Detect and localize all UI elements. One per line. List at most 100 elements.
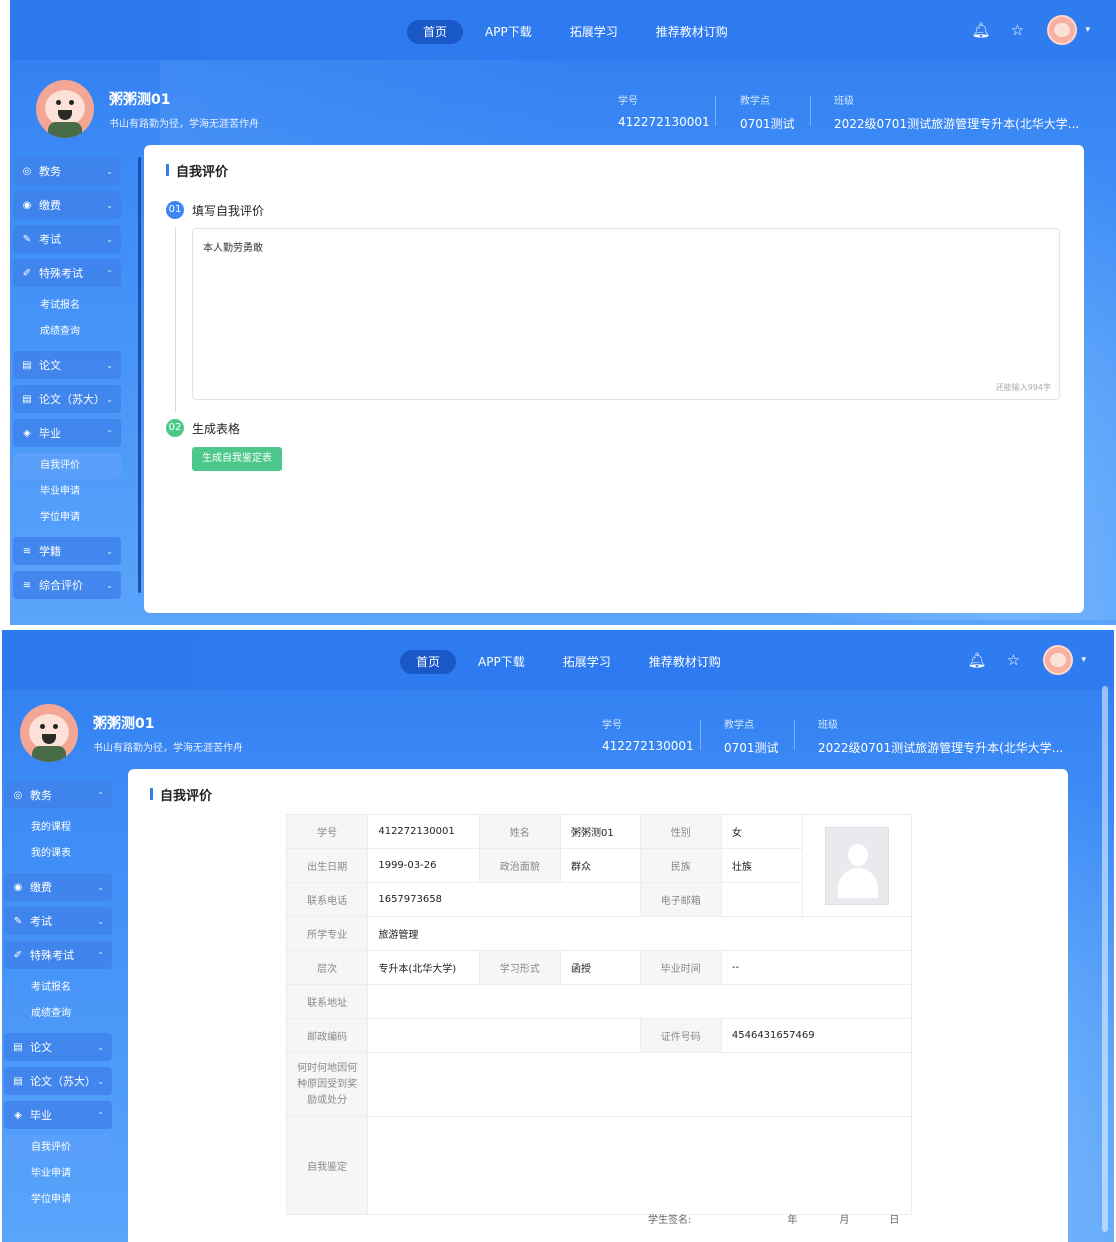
nav-textbook-order[interactable]: 推荐教材订购	[640, 20, 744, 44]
layers-icon: ≋	[22, 545, 32, 557]
sidebar-sub-exam-register[interactable]: 考试报名	[4, 975, 112, 1001]
nav-app-download[interactable]: APP下载	[469, 20, 548, 44]
layers-icon: ≋	[22, 579, 32, 591]
sidebar-item-special-exam[interactable]: ✐ 特殊考试 ⌃	[13, 259, 121, 287]
chevron-down-icon[interactable]: ▾	[1081, 655, 1086, 665]
photo-cell	[802, 814, 912, 917]
sidebar-sub-score-query[interactable]: 成绩查询	[4, 1001, 112, 1027]
info-class: 班级 2022级0701测试旅游管理专升本(北华大学...	[818, 720, 1064, 755]
nav-app-download[interactable]: APP下载	[462, 650, 541, 674]
step-2-label: 生成表格	[192, 421, 241, 436]
coin-icon: ◉	[13, 881, 23, 893]
step-connector	[175, 227, 176, 412]
doc-icon: ▤	[13, 1075, 23, 1087]
nav-home[interactable]: 首页	[407, 20, 464, 44]
top-actions: 🔔︎ ☆ ▾	[971, 15, 1090, 45]
sidebar-sub-degree-apply[interactable]: 学位申请	[4, 1187, 112, 1213]
doc-icon: ▤	[22, 359, 32, 371]
badge-star-icon[interactable]: ☆	[1009, 22, 1025, 38]
step-1-number: 01	[166, 201, 184, 219]
sidebar-item-exam[interactable]: ✎ 考试 ⌄	[13, 225, 121, 253]
sidebar-item-thesis-suda[interactable]: ▤ 论文（苏大） ⌄	[4, 1067, 112, 1095]
screenshot-self-evaluation-input: 首页 APP下载 拓展学习 推荐教材订购 🔔︎ ☆ ▾ 粥粥测01 书山有路勤为…	[10, 0, 1116, 625]
top-bar: 首页 APP下载 拓展学习 推荐教材订购 🔔︎ ☆ ▾	[2, 630, 1114, 690]
sidebar-sub-my-courses[interactable]: 我的课程	[4, 815, 112, 841]
doc-icon: ▤	[22, 393, 32, 405]
step-1: 01 填写自我评价	[166, 201, 264, 219]
user-name: 粥粥测01	[109, 91, 171, 108]
sidebar: ◎ 教务 ⌄ ◉ 缴费 ⌄ ✎ 考试 ⌄ ✐ 特殊考试 ⌃ 考试报名 成绩查询 ▤ 论文 ⌄ ▤ 论文…	[13, 157, 121, 605]
edit-icon: ✐	[13, 949, 23, 961]
avatar	[20, 704, 78, 762]
sidebar-item-thesis[interactable]: ▤ 论文 ⌄	[13, 351, 121, 379]
self-evaluation-textarea[interactable]: 本人勤劳勇敢 还能输入994字	[192, 228, 1060, 400]
nav-home[interactable]: 首页	[400, 650, 457, 674]
sidebar-sub-score-query[interactable]: 成绩查询	[13, 319, 121, 345]
info-site: 教学点 0701测试	[740, 96, 795, 131]
user-motto: 书山有路勤为径，学海无涯苦作舟	[93, 742, 243, 754]
step-2-number: 02	[166, 419, 184, 437]
page-title: 自我评价	[150, 785, 212, 804]
bell-icon[interactable]: 🔔︎	[967, 652, 986, 668]
user-avatar-menu[interactable]	[1043, 645, 1074, 675]
step-1-label: 填写自我评价	[192, 203, 265, 218]
info-student-id: 学号 412272130001	[602, 720, 694, 753]
doc-icon: ▤	[13, 1041, 23, 1053]
badge-star-icon[interactable]: ☆	[1005, 652, 1021, 668]
target-icon: ◎	[13, 789, 23, 801]
cap-icon: ◈	[23, 427, 31, 439]
sidebar-item-graduation[interactable]: ◈ 毕业 ⌃	[13, 419, 121, 447]
nav-extended-learning[interactable]: 拓展学习	[554, 20, 634, 44]
char-counter: 还能输入994字	[995, 383, 1051, 392]
user-avatar-menu[interactable]	[1047, 15, 1078, 45]
signature-line: 学生签名: 年 月 日	[648, 1215, 900, 1226]
sidebar-sub-graduation-apply[interactable]: 毕业申请	[4, 1161, 112, 1187]
profile: 粥粥测01 书山有路勤为径，学海无涯苦作舟	[20, 704, 243, 762]
sidebar-item-special-exam[interactable]: ✐ 特殊考试 ⌃	[4, 941, 112, 969]
pen-icon: ✎	[13, 915, 23, 927]
profile: 粥粥测01 书山有路勤为径，学海无涯苦作舟	[36, 80, 259, 138]
nav-textbook-order[interactable]: 推荐教材订购	[633, 650, 737, 674]
user-motto: 书山有路勤为径，学海无涯苦作舟	[109, 118, 259, 130]
top-bar: 首页 APP下载 拓展学习 推荐教材订购 🔔︎ ☆ ▾	[10, 0, 1116, 60]
main-panel: 自我评价 01 填写自我评价 本人勤劳勇敢 还能输入994字 02 生成表格 生…	[144, 145, 1084, 613]
sidebar-sub-self-evaluation[interactable]: 自我评价	[13, 453, 121, 479]
page-title: 自我评价	[166, 161, 228, 180]
self-evaluation-content: 本人勤劳勇敢	[203, 243, 263, 254]
sidebar-scrollbar[interactable]	[138, 157, 141, 593]
target-icon: ◎	[22, 165, 32, 177]
sidebar-item-graduation[interactable]: ◈ 毕业 ⌃	[4, 1101, 112, 1129]
sidebar-sub-graduation-apply[interactable]: 毕业申请	[13, 479, 121, 505]
info-student-id: 学号 412272130001	[618, 96, 710, 129]
chevron-down-icon[interactable]: ▾	[1085, 25, 1090, 35]
sidebar-item-payment[interactable]: ◉ 缴费 ⌄	[13, 191, 121, 219]
main-nav: 首页 APP下载 拓展学习 推荐教材订购	[400, 650, 737, 674]
avatar	[36, 80, 94, 138]
cap-icon: ◈	[14, 1109, 22, 1121]
sidebar-item-evaluation[interactable]: ≋ 综合评价 ⌄	[13, 571, 121, 599]
sidebar-sub-degree-apply[interactable]: 学位申请	[13, 505, 121, 531]
top-actions: 🔔︎ ☆ ▾	[967, 645, 1086, 675]
pen-icon: ✎	[22, 233, 32, 245]
main-panel: 自我评价 学号 412272130001 姓名 粥粥测01 性别 女 出生日期 …	[128, 769, 1068, 1242]
nav-extended-learning[interactable]: 拓展学习	[547, 650, 627, 674]
sidebar-item-payment[interactable]: ◉ 缴费 ⌄	[4, 873, 112, 901]
generate-form-button[interactable]: 生成自我鉴定表	[192, 447, 282, 471]
step-2: 02 生成表格	[166, 419, 240, 437]
sidebar-item-status[interactable]: ≋ 学籍 ⌄	[13, 537, 121, 565]
sidebar-sub-self-evaluation[interactable]: 自我评价	[4, 1135, 112, 1161]
page-scrollbar[interactable]	[1102, 686, 1108, 1232]
sidebar-sub-exam-register[interactable]: 考试报名	[13, 293, 121, 319]
sidebar-item-academic[interactable]: ◎ 教务 ⌃	[4, 781, 112, 809]
main-nav: 首页 APP下载 拓展学习 推荐教材订购	[407, 20, 744, 44]
user-name: 粥粥测01	[93, 715, 155, 732]
bell-icon[interactable]: 🔔︎	[971, 22, 990, 38]
sidebar-item-thesis-suda[interactable]: ▤ 论文（苏大） ⌄	[13, 385, 121, 413]
sidebar-item-exam[interactable]: ✎ 考试 ⌄	[4, 907, 112, 935]
info-class: 班级 2022级0701测试旅游管理专升本(北华大学...	[834, 96, 1080, 131]
coin-icon: ◉	[22, 199, 32, 211]
sidebar-sub-my-timetable[interactable]: 我的课表	[4, 841, 112, 867]
edit-icon: ✐	[22, 267, 32, 279]
sidebar-item-academic[interactable]: ◎ 教务 ⌄	[13, 157, 121, 185]
sidebar-item-thesis[interactable]: ▤ 论文 ⌄	[4, 1033, 112, 1061]
